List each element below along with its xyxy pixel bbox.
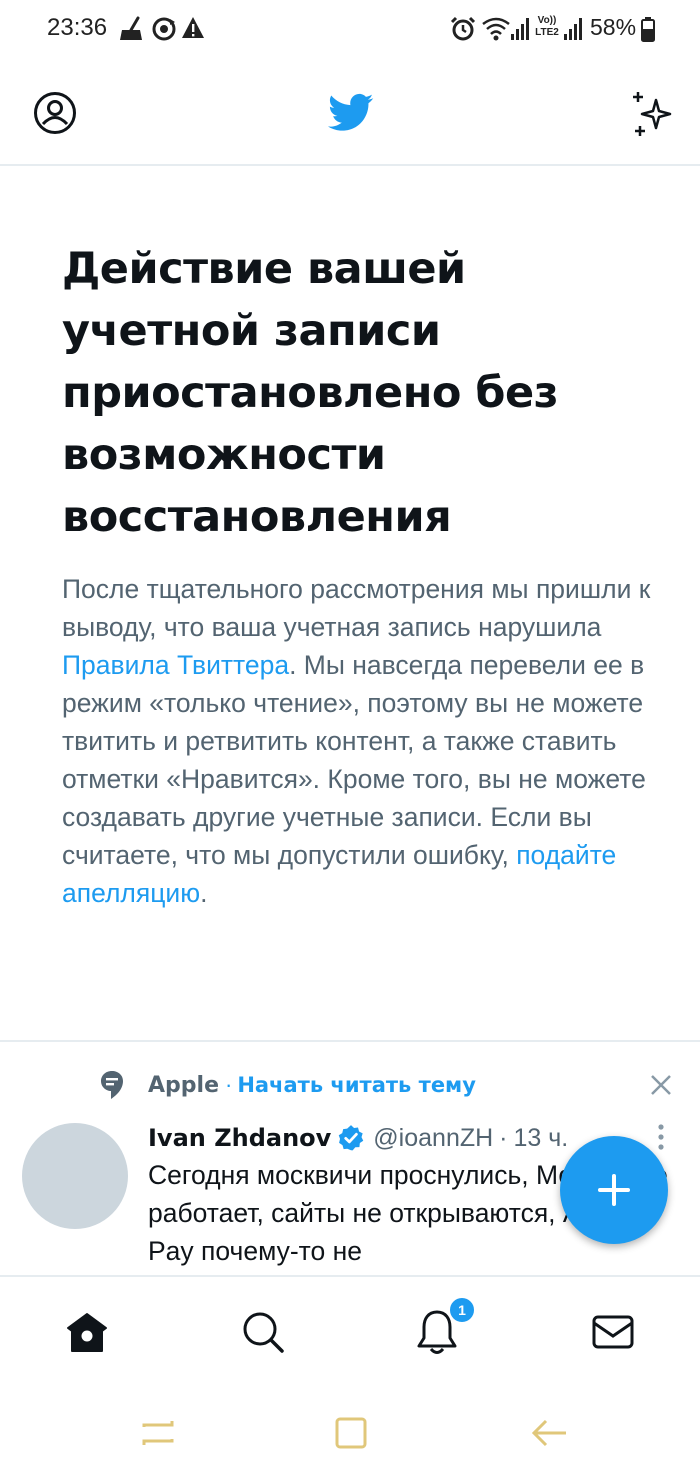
- compose-tweet-button[interactable]: [560, 1136, 668, 1244]
- battery-icon: [641, 17, 655, 42]
- tweet-header: Ivan Zhdanov @ioannZH · 13 ч.: [148, 1120, 568, 1156]
- warning-icon: [182, 17, 204, 38]
- sync-icon: [152, 17, 176, 41]
- broom-icon: [120, 16, 142, 40]
- profile-button[interactable]: [30, 88, 80, 138]
- messages-icon: [592, 1315, 634, 1349]
- bottom-navigation: 1: [0, 1275, 700, 1387]
- nav-messages[interactable]: [588, 1307, 638, 1357]
- app-header: [0, 60, 700, 166]
- topic-icon: [101, 1071, 123, 1099]
- status-time: 23:36: [47, 14, 108, 41]
- recent-apps-icon[interactable]: [136, 1411, 180, 1455]
- signal-icon: [511, 18, 529, 40]
- close-icon[interactable]: [648, 1072, 674, 1098]
- topic-name: Apple: [148, 1072, 219, 1098]
- nav-home[interactable]: [62, 1307, 112, 1357]
- author-name[interactable]: Ivan Zhdanov: [148, 1124, 331, 1152]
- notice-body-text: . Мы навсегда перевели ее в режим «тольк…: [62, 650, 646, 870]
- status-bar: 23:36 Vo)) LTE2 58%: [0, 0, 700, 60]
- notice-body-text: .: [200, 878, 208, 908]
- back-icon[interactable]: [528, 1411, 572, 1455]
- topic-row: Apple · Начать читать тему: [100, 1068, 476, 1102]
- topic-separator: ·: [224, 1072, 233, 1097]
- twitter-rules-link[interactable]: Правила Твиттера: [62, 650, 289, 680]
- system-navigation-bar: [0, 1387, 700, 1478]
- meta-separator: ·: [499, 1123, 508, 1152]
- search-icon: [243, 1312, 284, 1353]
- notice-title: Действие вашей учетной записи приостанов…: [62, 244, 559, 542]
- verified-badge-icon: [339, 1125, 364, 1151]
- wifi-icon: [482, 17, 510, 41]
- twitter-bird-icon: [328, 93, 374, 131]
- sparkle-button[interactable]: [624, 86, 680, 142]
- nav-search[interactable]: [238, 1307, 288, 1357]
- notice-body: После тщательного рассмотрения мы пришли…: [62, 570, 652, 912]
- author-handle[interactable]: @ioannZH: [373, 1124, 493, 1153]
- home-button-icon[interactable]: [329, 1411, 373, 1455]
- signal-icon: [564, 18, 582, 40]
- sparkle-icon: [633, 92, 672, 136]
- home-icon: [67, 1313, 107, 1352]
- screen: 23:36 Vo)) LTE2 58% Действие вашей учетн…: [0, 0, 700, 1478]
- twitter-logo[interactable]: [326, 88, 376, 138]
- suspension-notice: Действие вашей учетной записи приостанов…: [62, 238, 652, 912]
- avatar[interactable]: [22, 1123, 128, 1229]
- plus-icon: [598, 1174, 630, 1206]
- section-divider: [0, 1040, 700, 1042]
- profile-icon: [34, 92, 76, 134]
- alarm-icon: [450, 16, 476, 41]
- more-options-icon[interactable]: [656, 1122, 666, 1152]
- tweet-time[interactable]: 13 ч.: [514, 1124, 569, 1153]
- volte-lte2-icon: Vo)) LTE2: [535, 15, 559, 38]
- notice-body-text: После тщательного рассмотрения мы пришли…: [62, 574, 651, 642]
- follow-topic-link[interactable]: Начать читать тему: [237, 1073, 476, 1097]
- notification-badge: 1: [448, 1296, 476, 1324]
- battery-percentage: 58%: [590, 14, 637, 40]
